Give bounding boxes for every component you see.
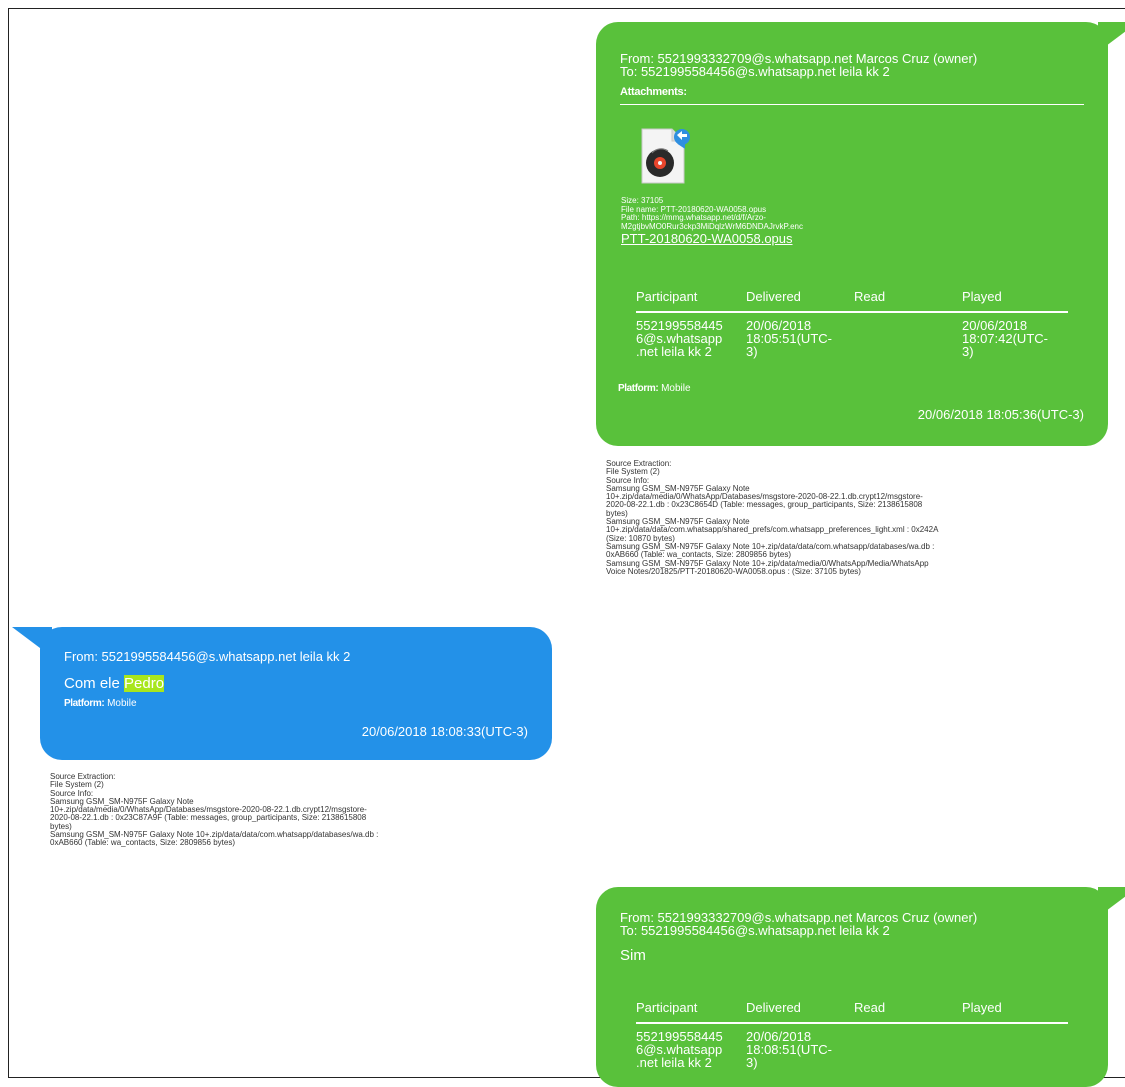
table-header-delivered: Delivered [746, 1000, 801, 1015]
attachments-label: Attachments: [620, 86, 687, 98]
table-header-participant: Participant [636, 289, 698, 304]
platform-label: Platform: [64, 698, 105, 709]
attachments-divider [620, 104, 1084, 105]
table-cell-delivered: 20/06/2018 18:05:51(UTC- 3) [746, 318, 832, 359]
table-header-participant: Participant [636, 1000, 698, 1015]
table-cell-participant: 552199558445 6@s.whatsapp .net leila kk … [636, 1029, 723, 1070]
source-info-block: Source Extraction: File System (2) Sourc… [606, 459, 939, 576]
message-text-prefix: Com ele [64, 675, 125, 692]
message-timestamp: 20/06/2018 18:08:33(UTC-3) [361, 724, 528, 739]
message-bubble-incoming: From: 5521995584456@s.whatsapp.net leila… [12, 627, 552, 760]
highlighted-keyword: Pedro [124, 675, 165, 692]
participant-table: Participant Delivered Read Played 552199… [636, 1000, 1072, 1080]
platform-value: Mobile [107, 698, 137, 709]
bubble-tail [1098, 22, 1125, 52]
message-bubble-outgoing: From: 5521993332709@s.whatsapp.net Marco… [596, 887, 1125, 1087]
source-info-block: Source Extraction: File System (2) Sourc… [50, 772, 379, 848]
participant-table: Participant Delivered Read Played 552199… [636, 289, 1072, 369]
table-header-delivered: Delivered [746, 289, 801, 304]
table-cell-participant: 552199558445 6@s.whatsapp .net leila kk … [636, 318, 723, 359]
table-header-played: Played [962, 289, 1002, 304]
message-text: Com ele Pedro [64, 675, 165, 692]
audio-file-icon[interactable] [638, 125, 694, 187]
table-divider [636, 311, 1068, 313]
message-bubble-outgoing: From: 5521993332709@s.whatsapp.net Marco… [596, 22, 1125, 446]
platform-line: Platform: Mobile [64, 698, 137, 709]
message-timestamp: 20/06/2018 18:05:36(UTC-3) [917, 407, 1084, 422]
to-line: To: 5521995584456@s.whatsapp.net leila k… [620, 923, 890, 938]
to-line: To: 5521995584456@s.whatsapp.net leila k… [620, 64, 890, 79]
message-text: Sim [620, 947, 646, 964]
table-cell-played: 20/06/2018 18:07:42(UTC- 3) [962, 318, 1048, 359]
from-line: From: 5521995584456@s.whatsapp.net leila… [64, 649, 351, 664]
table-header-read: Read [854, 289, 886, 304]
table-header-read: Read [854, 1000, 886, 1015]
table-cell-delivered: 20/06/2018 18:08:51(UTC- 3) [746, 1029, 832, 1070]
bubble-tail [12, 627, 52, 657]
table-divider [636, 1022, 1068, 1024]
platform-label: Platform: [618, 383, 659, 394]
attachment-path-line2: M2gtjbvMO0Rur3ckp3MiDqlzWrM6DNDAJrvkP.en… [621, 221, 803, 231]
attachment-file-link[interactable]: PTT-20180620-WA0058.opus [621, 231, 1084, 246]
bubble-tail [1098, 887, 1125, 917]
platform-line: Platform: Mobile [618, 383, 691, 394]
table-header-played: Played [962, 1000, 1002, 1015]
platform-value: Mobile [661, 383, 691, 394]
